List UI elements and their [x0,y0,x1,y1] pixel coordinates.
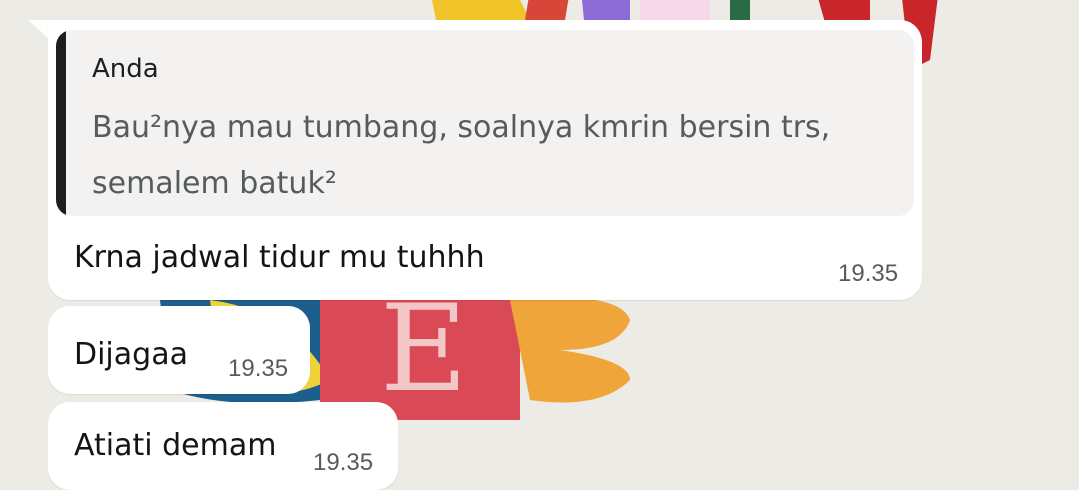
svg-text:E: E [380,280,468,419]
quoted-text-line-1: Bau²nya mau tumbang, soalnya kmrin bersi… [92,110,831,145]
message-text: Atiati demam [74,428,277,463]
quoted-message[interactable]: Anda Bau²nya mau tumbang, soalnya kmrin … [56,30,914,216]
reply-message-text: Krna jadwal tidur mu tuhhh [74,240,485,275]
quoted-text-line-2: semalem batuk² [92,166,337,201]
quote-accent-bar [56,30,66,216]
quoted-author: Anda [92,54,159,84]
message-time: 19.35 [313,449,374,476]
message-text: Dijagaa [74,337,188,372]
quoted-text: Bau²nya mau tumbang, soalnya kmrin bersi… [92,100,892,212]
reply-message-time: 19.35 [838,260,899,287]
message-time: 19.35 [228,355,289,382]
